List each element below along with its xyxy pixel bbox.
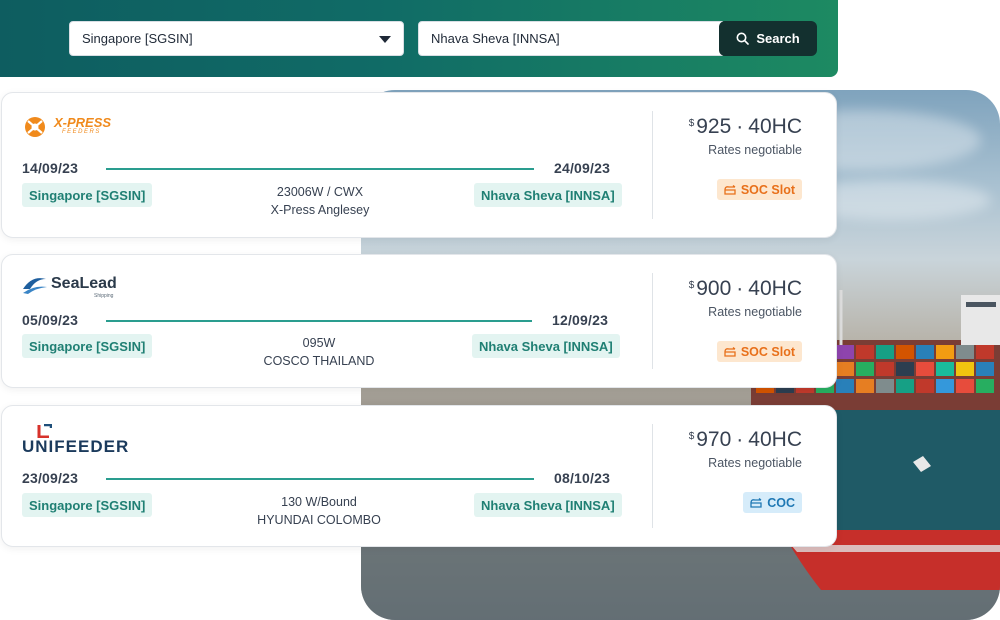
origin-port-badge: Singapore [SGSIN] xyxy=(22,334,153,358)
price-amount: 925 xyxy=(696,115,732,138)
origin-port-badge: Singapore [SGSIN] xyxy=(22,493,153,517)
price: $ 925 · 40HC xyxy=(689,115,802,139)
arrival-date: 08/10/23 xyxy=(554,470,611,486)
unifeeder-logo-icon xyxy=(37,424,52,438)
vessel-name: X-Press Anglesey xyxy=(270,203,370,217)
destination-input[interactable]: Nhava Sheva [INNSA] xyxy=(418,21,723,56)
carrier-logo: SeaLead Shipping xyxy=(22,273,132,301)
price-amount: 900 xyxy=(696,277,732,300)
search-button-label: Search xyxy=(756,31,800,46)
container-icon xyxy=(750,497,762,508)
price-separator: · xyxy=(736,115,744,138)
price-separator: · xyxy=(736,428,744,451)
currency-symbol: $ xyxy=(688,118,695,129)
origin-select[interactable]: Singapore [SGSIN] xyxy=(69,21,404,56)
carrier-logo-text: SeaLead xyxy=(51,275,117,292)
coc-badge: COC xyxy=(743,492,802,513)
rate-note: Rates negotiable xyxy=(708,143,802,157)
price-amount: 970 xyxy=(696,428,732,451)
card-divider xyxy=(652,273,653,369)
voyage-number: 23006W / CWX xyxy=(276,185,364,199)
departure-date: 05/09/23 xyxy=(22,312,79,328)
origin-port-label: Singapore [SGSIN] xyxy=(29,497,146,513)
tag-label: COC xyxy=(767,495,795,510)
voyage-number: 095W xyxy=(302,336,336,350)
voyage-info: 095W COSCO THAILAND xyxy=(219,334,419,370)
arrival-date: 24/09/23 xyxy=(554,160,611,176)
origin-port-badge: Singapore [SGSIN] xyxy=(22,183,153,207)
soc-slot-badge: SOC Slot xyxy=(716,179,802,200)
rate-note: Rates negotiable xyxy=(708,305,802,319)
carrier-logo-text: UNIFEEDER xyxy=(22,437,130,456)
currency-symbol: $ xyxy=(688,280,695,291)
route-line xyxy=(106,478,534,480)
destination-port-badge: Nhava Sheva [INNSA] xyxy=(474,493,622,517)
route-line xyxy=(106,320,532,322)
carrier-logo: X-PRESS FEEDERS xyxy=(22,113,112,143)
search-header: Singapore [SGSIN] Nhava Sheva [INNSA] Se… xyxy=(0,0,838,77)
price-separator: · xyxy=(736,277,744,300)
origin-port-label: Singapore [SGSIN] xyxy=(29,338,146,354)
departure-date: 14/09/23 xyxy=(22,160,79,176)
card-divider xyxy=(652,111,653,219)
destination-port-label: Nhava Sheva [INNSA] xyxy=(479,338,613,354)
search-button[interactable]: Search xyxy=(719,21,817,56)
origin-select-value: Singapore [SGSIN] xyxy=(82,31,193,46)
currency-symbol: $ xyxy=(688,431,695,442)
departure-date: 23/09/23 xyxy=(22,470,79,486)
container-icon xyxy=(724,184,736,195)
voyage-info: 130 W/Bound HYUNDAI COLOMBO xyxy=(219,493,419,529)
destination-port-label: Nhava Sheva [INNSA] xyxy=(481,497,615,513)
soc-slot-badge: SOC Slot xyxy=(716,341,802,362)
search-icon xyxy=(736,32,750,45)
destination-port-badge: Nhava Sheva [INNSA] xyxy=(472,334,620,358)
container-type: 40HC xyxy=(748,115,802,138)
arrival-date: 12/09/23 xyxy=(552,312,609,328)
price: $ 970 · 40HC xyxy=(689,428,802,452)
vessel-name: HYUNDAI COLOMBO xyxy=(257,513,381,527)
carrier-logo-subtext: Shipping xyxy=(94,293,114,299)
tag-label: SOC Slot xyxy=(740,182,795,197)
carrier-logo: UNIFEEDER xyxy=(22,424,128,458)
carrier-logo-subtext: FEEDERS xyxy=(62,129,101,135)
chevron-down-icon[interactable] xyxy=(379,36,391,43)
card-divider xyxy=(652,424,653,528)
result-card[interactable]: UNIFEEDER 23/09/23 08/10/23 Singapore [S… xyxy=(1,405,837,547)
price: $ 900 · 40HC xyxy=(689,277,802,301)
voyage-info: 23006W / CWX X-Press Anglesey xyxy=(220,183,420,219)
voyage-number: 130 W/Bound xyxy=(281,495,357,509)
sealead-logo-icon xyxy=(23,278,47,294)
container-icon xyxy=(724,346,736,357)
vessel-name: COSCO THAILAND xyxy=(263,354,375,368)
destination-port-label: Nhava Sheva [INNSA] xyxy=(481,187,615,203)
route-line xyxy=(106,168,534,170)
result-card[interactable]: X-PRESS FEEDERS 14/09/23 24/09/23 Singap… xyxy=(1,92,837,238)
destination-port-badge: Nhava Sheva [INNSA] xyxy=(474,183,622,207)
destination-input-value: Nhava Sheva [INNSA] xyxy=(431,31,560,46)
container-type: 40HC xyxy=(748,277,802,300)
rate-note: Rates negotiable xyxy=(708,456,802,470)
carrier-logo-text: X-PRESS xyxy=(54,115,112,130)
origin-port-label: Singapore [SGSIN] xyxy=(29,187,146,203)
tag-label: SOC Slot xyxy=(740,344,795,359)
container-type: 40HC xyxy=(748,428,802,451)
result-card[interactable]: SeaLead Shipping 05/09/23 12/09/23 Singa… xyxy=(1,254,837,388)
